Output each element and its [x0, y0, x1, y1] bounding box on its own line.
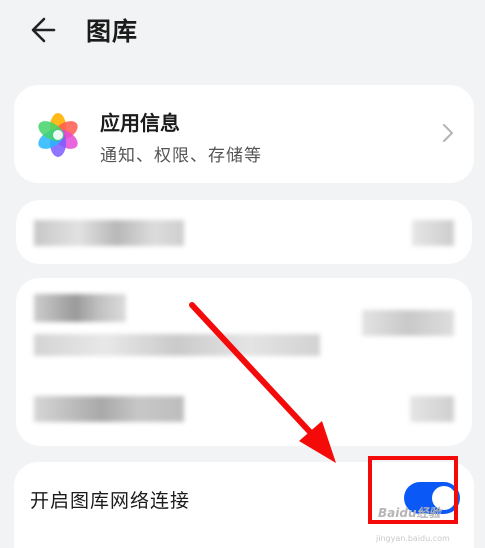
baidu-watermark: Baidu经验 — [378, 506, 441, 520]
watermark-url: jingyan.baidu.com — [376, 534, 450, 543]
